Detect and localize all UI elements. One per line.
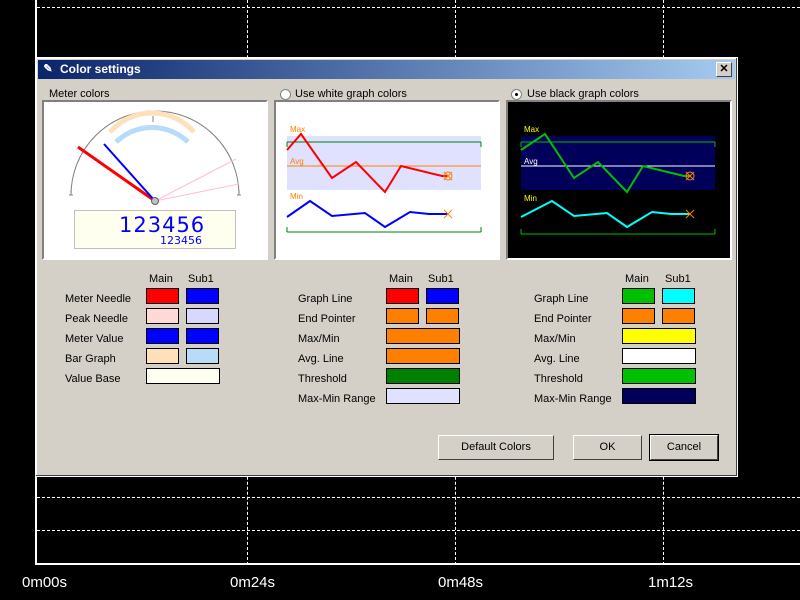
graph-max-label: Max (290, 125, 305, 134)
graph-avg-label: Avg (290, 157, 304, 166)
row-label: Max/Min (534, 333, 576, 345)
color-swatch[interactable] (186, 288, 219, 304)
row-label: Bar Graph (65, 353, 116, 365)
white-graph: Max Avg Min (286, 125, 482, 233)
row-label: Value Base (65, 373, 121, 385)
color-swatch[interactable] (622, 328, 696, 344)
color-swatch[interactable] (146, 368, 220, 384)
color-swatch[interactable] (386, 328, 460, 344)
color-swatch[interactable] (386, 388, 460, 404)
white-colors-radio[interactable] (280, 89, 291, 100)
row-label: End Pointer (298, 313, 356, 325)
app-icon: ✎ (43, 63, 53, 75)
color-swatch[interactable] (622, 288, 655, 304)
color-swatch[interactable] (146, 288, 179, 304)
white-colors-label[interactable]: Use white graph colors (295, 88, 407, 100)
graph-min-label: Min (524, 194, 537, 203)
main-header: Main (625, 273, 649, 285)
color-swatch[interactable] (662, 308, 695, 324)
graph-min-label: Min (290, 192, 303, 201)
sub-header: Sub1 (188, 273, 214, 285)
meter-preview: 123456 123456 (42, 100, 268, 260)
row-label: Max-Min Range (534, 393, 612, 405)
color-swatch[interactable] (426, 308, 459, 324)
meter-colors-label: Meter colors (49, 88, 110, 100)
dialog-title: Color settings (60, 62, 141, 76)
default-colors-button[interactable]: Default Colors (438, 435, 554, 460)
row-label: Meter Needle (65, 293, 132, 305)
row-label: Threshold (298, 373, 347, 385)
color-settings-dialog: ✎ Color settings ✕ Meter colors Use whit… (35, 57, 738, 477)
color-swatch[interactable] (186, 328, 219, 344)
row-label: Graph Line (298, 293, 353, 305)
color-swatch[interactable] (386, 368, 460, 384)
color-swatch[interactable] (146, 348, 179, 364)
graph-avg-label: Avg (524, 157, 538, 166)
value-base: 123456 123456 (74, 210, 236, 249)
color-swatch[interactable] (386, 348, 460, 364)
black-graph-preview: Max Avg Min (506, 100, 732, 260)
color-swatch[interactable] (662, 288, 695, 304)
graph-max-label: Max (524, 125, 539, 134)
color-swatch[interactable] (622, 308, 655, 324)
sub-header: Sub1 (428, 273, 454, 285)
row-label: Peak Needle (65, 313, 128, 325)
color-swatch[interactable] (386, 308, 419, 324)
grid-line (37, 497, 800, 498)
color-swatch[interactable] (186, 348, 219, 364)
sub-header: Sub1 (665, 273, 691, 285)
time-label: 0m00s (22, 574, 68, 591)
meter-sub-value: 123456 (160, 234, 202, 247)
row-label: Max/Min (298, 333, 340, 345)
row-label: Avg. Line (534, 353, 580, 365)
x-axis (35, 563, 800, 565)
black-colors-label[interactable]: Use black graph colors (527, 88, 639, 100)
row-label: Avg. Line (298, 353, 344, 365)
title-bar[interactable]: ✎ Color settings ✕ (38, 60, 735, 79)
row-label: End Pointer (534, 313, 592, 325)
time-label: 0m24s (230, 574, 276, 591)
row-label: Meter Value (65, 333, 124, 345)
main-header: Main (149, 273, 173, 285)
grid-line (37, 530, 800, 531)
row-label: Threshold (534, 373, 583, 385)
row-label: Max-Min Range (298, 393, 376, 405)
color-swatch[interactable] (386, 288, 419, 304)
black-colors-radio[interactable] (511, 89, 522, 100)
color-swatch[interactable] (146, 328, 179, 344)
white-graph-preview: Max Avg Min (274, 100, 500, 260)
color-swatch[interactable] (146, 308, 179, 324)
grid-line (37, 7, 800, 8)
color-swatch[interactable] (622, 368, 696, 384)
black-graph: Max Avg Min (520, 125, 716, 235)
close-button[interactable]: ✕ (716, 62, 732, 77)
time-label: 0m48s (438, 574, 484, 591)
color-swatch[interactable] (186, 308, 219, 324)
color-swatch[interactable] (622, 348, 696, 364)
color-swatch[interactable] (622, 388, 696, 404)
cancel-button[interactable]: Cancel (649, 434, 719, 461)
main-header: Main (389, 273, 413, 285)
ok-button[interactable]: OK (573, 435, 642, 460)
color-swatch[interactable] (426, 288, 459, 304)
time-label: 1m12s (648, 574, 694, 591)
row-label: Graph Line (534, 293, 589, 305)
